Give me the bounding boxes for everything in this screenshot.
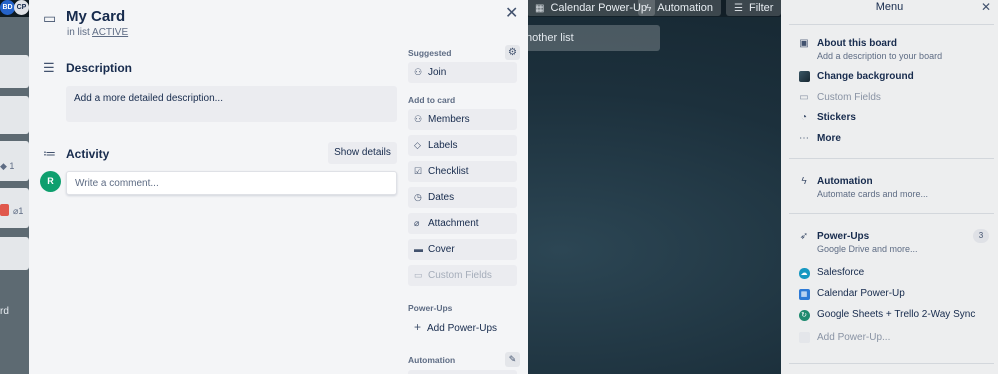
automation-action-button[interactable] [408, 370, 517, 374]
rocket-icon: ➶ [799, 231, 809, 242]
pencil-icon[interactable]: ✎ [505, 352, 520, 367]
powerups-label: Power-Ups [408, 303, 453, 313]
calendar-icon: ▦ [535, 3, 545, 14]
person-icon: ⚇ [414, 67, 423, 77]
join-button[interactable]: ⚇ Join [408, 62, 517, 83]
add-to-card-label: Add to card [408, 95, 456, 105]
dates-button[interactable]: ◷ Dates [408, 187, 517, 208]
automation-label: Automation [408, 355, 456, 365]
avatar[interactable]: BD [0, 0, 15, 15]
avatar[interactable]: R [40, 171, 61, 192]
card-modal: ▭ My Card in list ACTIVE ✕ ☰ Description… [29, 0, 528, 374]
cover-button[interactable]: ▬ Cover [408, 239, 517, 260]
list-name-link[interactable]: ACTIVE [92, 27, 128, 38]
list-item[interactable] [0, 237, 29, 270]
menu-powerup-salesforce[interactable]: ☁ Salesforce [797, 267, 987, 281]
show-details-button[interactable]: Show details [328, 142, 397, 164]
labels-button[interactable]: ◇ Labels [408, 135, 517, 156]
custom-fields-icon: ▭ [414, 270, 423, 280]
salesforce-icon: ☁ [798, 268, 810, 279]
gear-icon[interactable]: ⚙ [505, 45, 520, 60]
checklist-icon: ☑ [414, 166, 423, 176]
custom-fields-button[interactable]: ▭ Custom Fields [408, 265, 517, 286]
menu-stickers[interactable]: ◔ Stickers [797, 112, 987, 126]
divider [789, 24, 994, 25]
avatar[interactable]: CP [14, 0, 29, 15]
divider [789, 158, 994, 159]
clock-icon: ◷ [414, 192, 422, 202]
placeholder-icon [797, 332, 811, 346]
suggested-label: Suggested [408, 48, 452, 58]
person-icon: ⚇ [414, 114, 423, 124]
lightning-icon: ϟ [646, 3, 652, 14]
menu-title: Menu [875, 1, 904, 13]
powerups-count-badge: 3 [973, 229, 989, 243]
list-item[interactable] [0, 55, 29, 88]
menu-custom-fields[interactable]: ▭ Custom Fields [797, 92, 987, 106]
menu-powerups[interactable]: ➶ Power-Ups Google Drive and more... [797, 231, 987, 257]
calendar-icon: ▦ [797, 288, 811, 300]
attachment-button[interactable]: ⌀ Attachment [408, 213, 517, 234]
background-thumbnail-icon [797, 71, 811, 85]
board-menu: Menu ✕ ▣ About this board Add a descript… [781, 0, 998, 374]
menu-about-board[interactable]: ▣ About this board Add a description to … [797, 38, 987, 64]
plus-icon: + [414, 320, 422, 334]
list-item[interactable]: ⌀1 [0, 188, 29, 228]
cover-icon: ▬ [414, 244, 423, 254]
close-icon[interactable]: ✕ [505, 3, 518, 23]
divider [789, 213, 994, 214]
activity-icon: ≔ [43, 146, 56, 161]
paperclip-icon: ⌀ [414, 218, 420, 228]
attachment-count: ⌀1 [13, 206, 24, 216]
list-item[interactable]: ◆ 1 [0, 141, 29, 181]
description-field[interactable]: Add a more detailed description... [66, 86, 397, 122]
sync-icon: ↻ [797, 309, 811, 321]
description-icon: ☰ [43, 60, 55, 75]
description-heading: Description [66, 61, 133, 75]
add-card-fragment[interactable]: rd [0, 306, 9, 317]
lightning-icon: ϟ [801, 176, 807, 187]
card-icon: ▭ [43, 10, 57, 26]
comment-count: ◆ 1 [0, 161, 15, 171]
menu-add-powerup[interactable]: Add Power-Up... [797, 332, 987, 346]
calendar-powerup-button[interactable]: ▦ Calendar Power-Up [527, 0, 656, 16]
sticker-icon: ◔ [800, 112, 808, 123]
filter-icon: ☰ [734, 3, 743, 14]
card-title[interactable]: My Card [66, 8, 125, 25]
menu-powerup-google-sheets[interactable]: ↻ Google Sheets + Trello 2-Way Sync [797, 309, 987, 323]
menu-change-background[interactable]: Change background [797, 71, 987, 85]
comment-input[interactable] [66, 171, 397, 195]
menu-more[interactable]: ⋯ More [797, 133, 987, 147]
activity-heading: Activity [66, 147, 110, 161]
filter-button[interactable]: ☰ Filter [726, 0, 782, 16]
members-button[interactable]: ⚇ Members [408, 109, 517, 130]
card-list-info: in list ACTIVE [67, 27, 129, 38]
more-icon: ⋯ [799, 133, 809, 144]
close-icon[interactable]: ✕ [981, 0, 991, 14]
list-item[interactable] [0, 96, 29, 134]
label-chip [0, 204, 9, 216]
custom-fields-icon: ▭ [799, 92, 809, 103]
automation-button[interactable]: ϟ Automation [638, 0, 721, 16]
add-another-list-button[interactable]: nother list [510, 25, 660, 51]
board-icon: ▣ [799, 38, 809, 49]
checklist-button[interactable]: ☑ Checklist [408, 161, 517, 182]
divider [789, 363, 994, 364]
menu-powerup-calendar[interactable]: ▦ Calendar Power-Up [797, 288, 987, 302]
menu-automation[interactable]: ϟ Automation Automate cards and more... [797, 176, 987, 202]
add-powerups-button[interactable]: + Add Power-Ups [414, 320, 497, 334]
tag-icon: ◇ [414, 140, 421, 150]
